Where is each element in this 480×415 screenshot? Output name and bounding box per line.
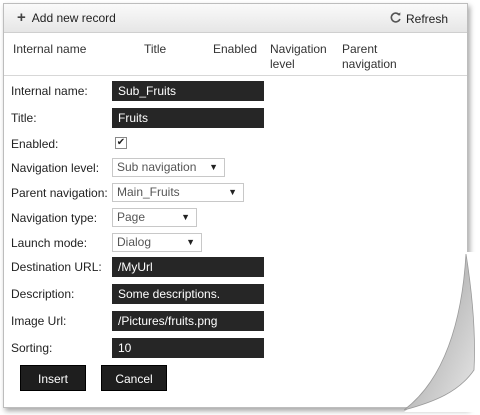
navigation-type-value: Page [117, 210, 146, 224]
chevron-down-icon: ▼ [186, 237, 195, 247]
launch-mode-label: Launch mode: [11, 236, 88, 250]
navigation-level-value: Sub navigation [117, 160, 197, 174]
add-new-record-label: Add new record [31, 11, 116, 25]
refresh-label: Refresh [406, 12, 449, 26]
image-url-input[interactable]: /Pictures/fruits.png [112, 311, 264, 331]
plus-icon: + [17, 9, 26, 26]
title-label: Title: [11, 111, 37, 125]
navigation-type-label: Navigation type: [11, 211, 98, 225]
launch-mode-value: Dialog [117, 235, 152, 249]
cancel-button[interactable]: Cancel [101, 365, 167, 391]
add-new-record-button[interactable]: + Add new record [17, 9, 116, 26]
column-title[interactable]: Title [144, 42, 166, 57]
column-internal-name[interactable]: Internal name [13, 42, 86, 57]
grid-header: Internal name Title Enabled Navigation l… [4, 33, 467, 76]
image-url-label: Image Url: [11, 314, 67, 328]
destination-url-label: Destination URL: [11, 260, 102, 274]
sorting-label: Sorting: [11, 341, 53, 355]
title-input[interactable]: Fruits [112, 108, 264, 128]
internal-name-label: Internal name: [11, 84, 88, 98]
enabled-checkbox[interactable]: ✔ [115, 137, 127, 149]
grid-panel: + Add new record Refresh Internal name T… [3, 3, 468, 408]
launch-mode-select[interactable]: Dialog ▼ [112, 233, 202, 252]
parent-navigation-select[interactable]: Main_Fruits ▼ [112, 183, 244, 202]
insert-button[interactable]: Insert [20, 365, 86, 391]
page-curl-decoration [404, 252, 480, 412]
chevron-down-icon: ▼ [181, 212, 190, 222]
grid-toolbar: + Add new record Refresh [4, 4, 467, 33]
parent-navigation-label: Parent navigation: [11, 186, 108, 200]
description-input[interactable]: Some descriptions. [112, 284, 264, 304]
chevron-down-icon: ▼ [228, 187, 237, 197]
navigation-level-label: Navigation level: [11, 161, 100, 175]
refresh-button[interactable]: Refresh [389, 11, 448, 27]
internal-name-input[interactable]: Sub_Fruits [112, 81, 264, 101]
column-navigation-level[interactable]: Navigation level [270, 42, 334, 72]
description-label: Description: [11, 287, 75, 301]
refresh-icon [389, 11, 402, 27]
chevron-down-icon: ▼ [209, 162, 218, 172]
column-enabled[interactable]: Enabled [213, 42, 257, 57]
sorting-input[interactable]: 10 [112, 338, 264, 358]
navigation-type-select[interactable]: Page ▼ [112, 208, 197, 227]
column-parent-navigation[interactable]: Parent navigation [342, 42, 412, 72]
checkmark-icon: ✔ [116, 137, 126, 148]
navigation-level-select[interactable]: Sub navigation ▼ [112, 158, 225, 177]
parent-navigation-value: Main_Fruits [117, 185, 180, 199]
enabled-label: Enabled: [11, 137, 59, 151]
destination-url-input[interactable]: /MyUrl [112, 257, 264, 277]
